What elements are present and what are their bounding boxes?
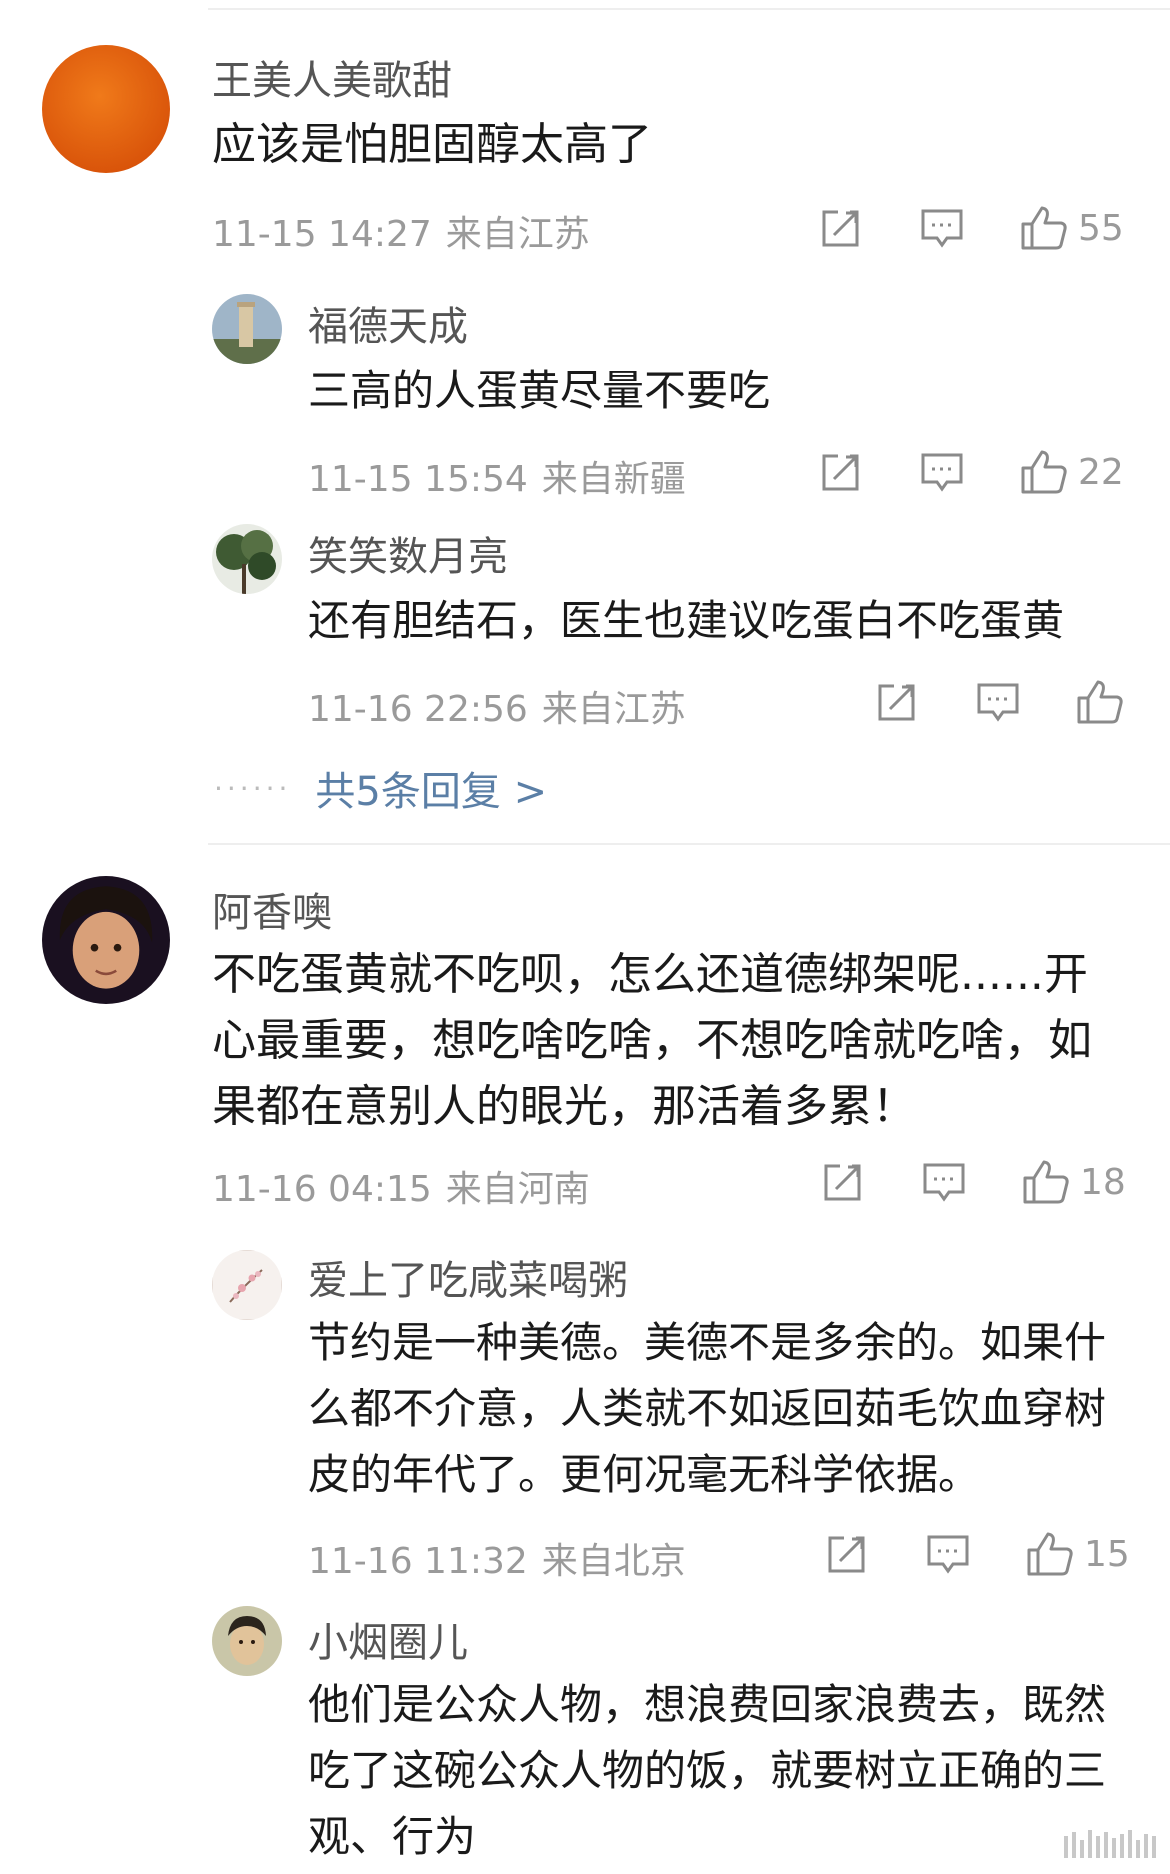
avatar[interactable] <box>42 45 170 173</box>
comment-text: 不吃蛋黄就不吃呗，怎么还道德绑架呢......开心最重要，想吃啥吃啥，不想吃啥就… <box>212 949 1092 1132</box>
reply-text: 节约是一种美德。美德不是多余的。如果什么都不介意，人类就不如返回茹毛饮血穿树皮的… <box>308 1318 1107 1499</box>
repost-button[interactable] <box>820 204 862 252</box>
thumb-up-icon <box>1020 205 1068 251</box>
avatar[interactable] <box>42 876 170 1004</box>
reply-button[interactable] <box>926 1530 970 1578</box>
comment: 阿香噢 不吃蛋黄就不吃呗，怎么还道德绑架呢......开心最重要，想吃啥吃啥，不… <box>0 860 1170 1240</box>
like-count: 55 <box>1078 207 1124 249</box>
avatar[interactable] <box>212 1250 282 1320</box>
comment-username[interactable]: 王美人美歌甜 <box>212 48 452 106</box>
reply-username[interactable]: 小烟圈儿 <box>308 1610 468 1668</box>
comment-actions: 18 <box>0 1158 1170 1206</box>
comment-actions: 55 <box>0 204 1170 252</box>
comment-divider <box>208 843 1170 845</box>
reply-actions: 22 <box>0 448 1170 496</box>
like-count: 22 <box>1078 451 1124 493</box>
share-icon <box>876 681 918 723</box>
thumb-up-icon <box>1076 679 1124 725</box>
reply: 爱上了吃咸菜喝粥 节约是一种美德。美德不是多余的。如果什么都不介意，人类就不如返… <box>0 1240 1170 1590</box>
comment-icon <box>920 206 964 250</box>
avatar[interactable] <box>212 294 282 364</box>
reply-button[interactable] <box>976 678 1020 726</box>
reply: 笑笑数月亮 还有胆结石，医生也建议吃蛋白不吃蛋黄 11-16 22:56 来自江苏 <box>0 510 1170 730</box>
share-icon <box>820 451 862 493</box>
repost-button[interactable] <box>820 448 862 496</box>
reply-username[interactable]: 福德天成 <box>308 294 468 352</box>
thumb-up-icon <box>1022 1159 1070 1205</box>
comment-icon <box>920 450 964 494</box>
like-button[interactable]: 22 <box>1020 448 1124 496</box>
more-replies-link[interactable]: 共5条回复 > <box>315 759 547 817</box>
reply-username[interactable]: 爱上了吃咸菜喝粥 <box>308 1248 628 1306</box>
reply-text: 还有胆结石，医生也建议吃蛋白不吃蛋黄 <box>308 596 1065 645</box>
reply-actions: 15 <box>0 1530 1170 1578</box>
like-count: 15 <box>1084 1533 1130 1575</box>
watermark <box>1064 1830 1156 1858</box>
reply-actions <box>0 678 1170 726</box>
like-button[interactable]: 15 <box>1026 1530 1130 1578</box>
reply-button[interactable] <box>920 448 964 496</box>
thumb-up-icon <box>1020 449 1068 495</box>
more-replies: ······ 共5条回复 > <box>214 760 547 816</box>
reply-text: 三高的人蛋黄尽量不要吃 <box>308 366 771 415</box>
like-button[interactable]: 55 <box>1020 204 1124 252</box>
repost-button[interactable] <box>822 1158 864 1206</box>
reply-username[interactable]: 笑笑数月亮 <box>308 524 508 582</box>
reply-text: 他们是公众人物，想浪费回家浪费去，既然吃了这碗公众人物的饭，就要树立正确的三观、… <box>308 1680 1107 1861</box>
reply-button[interactable] <box>922 1158 966 1206</box>
repost-button[interactable] <box>826 1530 868 1578</box>
thumb-up-icon <box>1026 1531 1074 1577</box>
reply: 小烟圈儿 他们是公众人物，想浪费回家浪费去，既然吃了这碗公众人物的饭，就要树立正… <box>0 1604 1170 1874</box>
share-icon <box>822 1161 864 1203</box>
comment-username[interactable]: 阿香噢 <box>212 880 332 938</box>
comment-icon <box>926 1532 970 1576</box>
avatar[interactable] <box>212 524 282 594</box>
avatar[interactable] <box>212 1606 282 1676</box>
comment-icon <box>922 1160 966 1204</box>
share-icon <box>820 207 862 249</box>
like-button[interactable] <box>1076 678 1124 726</box>
comment-icon <box>976 680 1020 724</box>
repost-button[interactable] <box>876 678 918 726</box>
more-dots: ······ <box>214 771 292 805</box>
like-count: 18 <box>1080 1161 1126 1203</box>
reply: 福德天成 三高的人蛋黄尽量不要吃 11-15 15:54 来自新疆 22 <box>0 280 1170 500</box>
share-icon <box>826 1533 868 1575</box>
like-button[interactable]: 18 <box>1022 1158 1126 1206</box>
comment-text: 应该是怕胆固醇太高了 <box>212 119 652 170</box>
reply-button[interactable] <box>920 204 964 252</box>
comment: 王美人美歌甜 应该是怕胆固醇太高了 11-15 14:27 来自江苏 55 <box>0 0 1170 255</box>
